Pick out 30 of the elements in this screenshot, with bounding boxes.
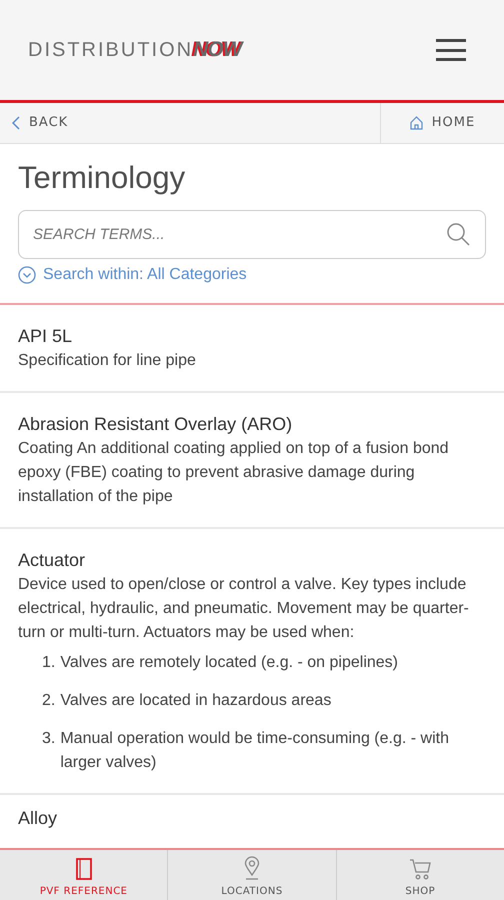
term-title: Alloy	[18, 807, 58, 830]
chevron-down-circle-icon	[18, 266, 36, 284]
list-number: 2.	[42, 691, 56, 711]
tab-bar-item[interactable]: PVF REFERENCE	[0, 850, 168, 900]
menu-icon[interactable]	[436, 39, 466, 61]
term-definition: Specification for line pipe	[18, 351, 197, 371]
home-button[interactable]: HOME	[380, 103, 504, 143]
location-pin-icon	[244, 856, 260, 880]
term-definition: Device used to open/close or control a valve. Key types include electrical, hydraulic, and pneumatic. Movement may be quarter-turn or multi-turn. Actuators may be used when:	[18, 575, 470, 643]
page-title: Terminology	[18, 159, 186, 197]
term-title: Abrasion Resistant Overlay (ARO)	[18, 413, 294, 436]
tab-bar-item[interactable]: LOCATIONS	[167, 850, 336, 900]
chevron-left-icon	[12, 116, 20, 130]
list-number: 3.	[42, 729, 56, 749]
book-icon	[76, 858, 92, 880]
category-filter-link[interactable]: Search within: All Categories	[18, 263, 247, 287]
search-icon[interactable]	[446, 222, 470, 246]
list-number: 1.	[42, 653, 56, 673]
list-item-text: Valves are located in hazardous areas	[60, 691, 332, 711]
term-title: API 5L	[18, 325, 74, 348]
term-definition: Coating An additional coating applied on top of a fusion bond epoxy (FBE) coating to prevent abrasive damage during installation of the pipe	[18, 439, 450, 507]
back-button[interactable]: BACK	[0, 103, 380, 143]
tab-bar-item[interactable]: SHOP	[336, 850, 504, 900]
cart-icon	[409, 858, 432, 880]
company-logo[interactable]: DISTRIBUTIONNOW	[28, 34, 242, 66]
term-title: Actuator	[18, 549, 86, 572]
search-field[interactable]: SEARCH TERMS...	[18, 210, 486, 259]
list-item-text: Valves are remotely located (e.g. - on pipelines)	[60, 653, 398, 673]
home-icon	[410, 116, 423, 130]
list-item-text: Manual operation would be time-consuming (e.g. - with larger valves)	[60, 729, 450, 773]
